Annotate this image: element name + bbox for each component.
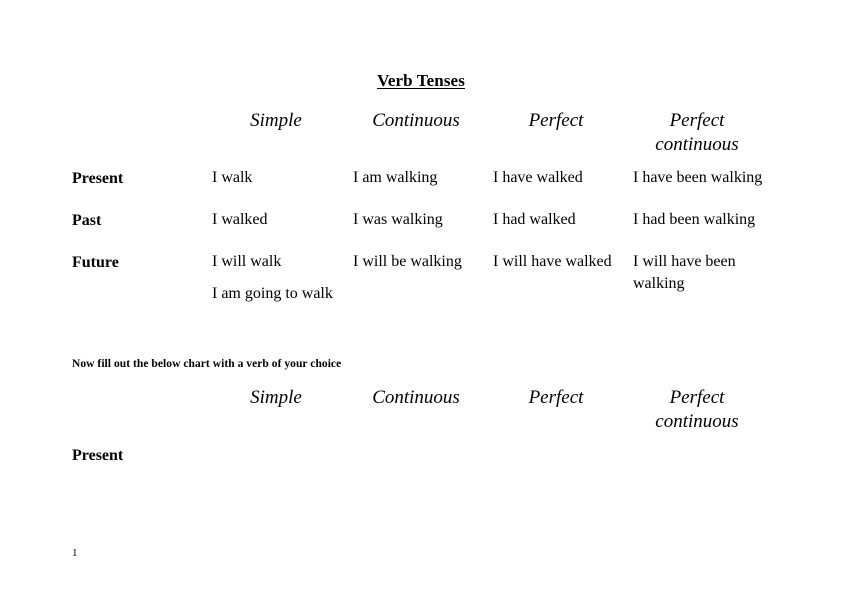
table-header-row: Simple Continuous Perfect Perfect contin… [0, 109, 842, 159]
cell-present-continuous: I am walking [353, 167, 488, 189]
cell-present-simple: I walk [212, 167, 347, 189]
row-label-past: Past [72, 212, 102, 229]
cell-text: I had walked [493, 211, 576, 228]
column-header-continuous: Continuous [372, 110, 460, 131]
row-label-present: Present [72, 447, 124, 464]
cell-future-perfect: I will have walked [493, 251, 628, 273]
instruction-text: Now fill out the below chart with a verb… [72, 358, 342, 370]
cell-past-continuous: I was walking [353, 209, 488, 231]
blank-practice-table: Simple Continuous Perfect Perfect contin… [0, 386, 842, 486]
cell-text: I will have walked [493, 253, 612, 270]
cell-text-alternate: I am going to walk [212, 285, 333, 302]
cell-text: I am walking [353, 169, 438, 186]
table-header-row: Simple Continuous Perfect Perfect contin… [0, 386, 842, 436]
column-header-perfect: Perfect [528, 387, 584, 408]
cell-future-simple: I will walk I am going to walk [212, 251, 347, 305]
page-number: 1 [72, 547, 78, 559]
table-body: Present [0, 444, 842, 486]
page-title: Verb Tenses [0, 71, 842, 91]
page-title-text: Verb Tenses [377, 71, 465, 90]
cell-past-perfect: I had walked [493, 209, 628, 231]
row-label-present: Present [72, 170, 124, 187]
cell-text: I walk [212, 169, 253, 186]
row-label-future: Future [72, 254, 119, 271]
cell-text: I have been walking [633, 169, 763, 186]
cell-text: I was walking [353, 211, 443, 228]
cell-future-continuous: I will be walking [353, 251, 488, 273]
table-row: Future I will walk I am going to walk I … [0, 251, 842, 302]
cell-past-simple: I walked [212, 209, 347, 231]
cell-present-perfect: I have walked [493, 167, 628, 189]
column-header-perfect-continuous: Perfect continuous [655, 110, 739, 155]
column-header-perfect-continuous: Perfect continuous [655, 387, 739, 432]
column-header-continuous: Continuous [372, 387, 460, 408]
column-header-simple: Simple [250, 387, 302, 408]
column-header-simple: Simple [250, 110, 302, 131]
cell-text: I will walk [212, 253, 282, 270]
verb-tenses-table: Simple Continuous Perfect Perfect contin… [0, 109, 842, 302]
cell-text: I had been walking [633, 211, 756, 228]
document-page: Verb Tenses Simple Continuous Perfect Pe… [0, 0, 842, 595]
cell-future-perfect-continuous: I will have been walking [633, 251, 765, 295]
table-row: Present I walk I am walking I have walke… [0, 167, 842, 209]
cell-text: I will be walking [353, 253, 462, 270]
cell-text: I have walked [493, 169, 583, 186]
cell-past-perfect-continuous: I had been walking [633, 209, 765, 231]
cell-present-perfect-continuous: I have been walking [633, 167, 765, 189]
cell-text: I will have been walking [633, 253, 736, 292]
table-body: Present I walk I am walking I have walke… [0, 167, 842, 302]
cell-text: I walked [212, 211, 268, 228]
column-header-perfect: Perfect [528, 110, 584, 131]
table-row: Present [0, 444, 842, 486]
table-row: Past I walked I was walking I had walked… [0, 209, 842, 251]
